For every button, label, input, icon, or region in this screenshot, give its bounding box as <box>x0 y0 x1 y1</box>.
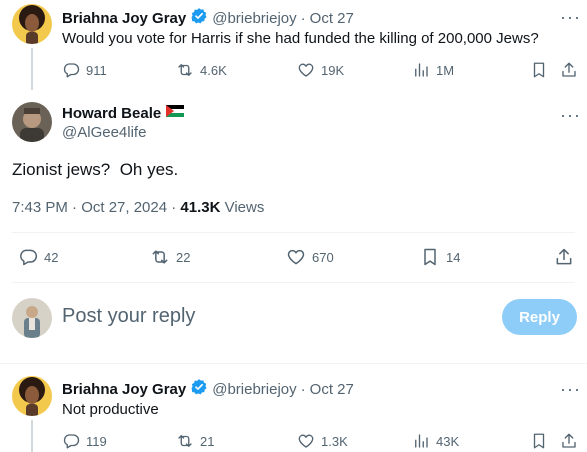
like-count: 1.3K <box>321 433 348 449</box>
like-icon <box>298 63 314 77</box>
views-button[interactable]: 1M <box>412 61 454 79</box>
like-count: 19K <box>321 62 345 78</box>
like-button[interactable]: 1.3K <box>297 432 348 450</box>
share-button[interactable] <box>560 432 578 450</box>
views-count: 1M <box>436 62 455 78</box>
author-handle[interactable]: @AlGee4life <box>62 124 146 141</box>
like-icon <box>287 249 305 265</box>
thread-line <box>31 48 33 90</box>
author-name[interactable]: Briahna Joy Gray <box>62 381 186 398</box>
bookmark-icon <box>424 248 436 266</box>
verified-icon <box>190 7 208 30</box>
reply-count: 911 <box>86 62 107 78</box>
avatar[interactable] <box>12 102 52 142</box>
reply-count: 119 <box>86 433 107 449</box>
repost-count: 22 <box>176 249 191 265</box>
share-button[interactable] <box>560 61 578 79</box>
reply-icon <box>63 63 80 78</box>
separator: · <box>300 10 306 27</box>
bookmark-icon <box>533 433 545 449</box>
share-button[interactable] <box>554 247 574 267</box>
tweet-date[interactable]: Oct 27 <box>310 381 354 398</box>
reply-button[interactable]: Reply <box>502 299 577 335</box>
divider <box>12 282 575 283</box>
divider <box>0 363 587 364</box>
views-count: 41.3K <box>180 199 221 216</box>
avatar[interactable] <box>12 298 52 338</box>
views-icon <box>415 434 428 448</box>
reply-icon <box>20 249 38 266</box>
views-count: 43K <box>436 433 460 449</box>
tweet-text: Not productive <box>62 401 159 418</box>
share-icon <box>562 433 576 448</box>
reply-count: 42 <box>44 249 59 265</box>
reply-button[interactable]: 42 <box>18 247 58 267</box>
repost-count: 21 <box>200 433 215 449</box>
tweet-header: Howard Beale <box>62 104 185 122</box>
palestine-flag-icon <box>166 104 185 122</box>
views-label: Views <box>220 199 265 216</box>
like-icon <box>298 434 314 448</box>
repost-icon <box>152 250 168 264</box>
repost-button[interactable]: 22 <box>150 247 190 267</box>
timestamp-text[interactable]: 7:43 PM · Oct 27, 2024 · <box>12 199 180 216</box>
like-button[interactable]: 670 <box>286 247 334 267</box>
reply-button[interactable]: 911 <box>62 61 107 79</box>
tweet-date[interactable]: Oct 27 <box>310 10 354 27</box>
views-button[interactable]: 43K <box>412 432 459 450</box>
like-button[interactable]: 19K <box>297 61 344 79</box>
repost-icon <box>178 64 192 76</box>
avatar[interactable] <box>12 4 52 44</box>
tweet-header: Briahna Joy Gray @briebriejoy · Oct 27 <box>62 378 354 401</box>
bookmark-button[interactable]: 14 <box>420 247 460 267</box>
reply-button[interactable]: 119 <box>62 432 107 450</box>
reply-input[interactable]: Post your reply <box>62 305 195 328</box>
reply-icon <box>63 434 80 449</box>
like-count: 670 <box>312 249 334 265</box>
author-name[interactable]: Howard Beale <box>62 105 161 122</box>
tweet-text: Zionist jews? Oh yes. <box>12 160 179 179</box>
repost-count: 4.6K <box>200 62 227 78</box>
bookmark-icon <box>533 62 545 78</box>
share-icon <box>556 248 572 265</box>
tweet-header: Briahna Joy Gray @briebriejoy · Oct 27 <box>62 7 354 30</box>
author-handle[interactable]: @briebriejoy <box>212 10 296 27</box>
avatar[interactable] <box>12 376 52 416</box>
bookmark-button[interactable] <box>530 432 548 450</box>
more-icon[interactable]: ··· <box>560 8 581 26</box>
repost-icon <box>178 435 192 447</box>
author-name[interactable]: Briahna Joy Gray <box>62 10 186 27</box>
views-icon <box>415 63 428 77</box>
more-icon[interactable]: ··· <box>560 106 581 124</box>
tweet-text: Would you vote for Harris if she had fun… <box>62 30 539 47</box>
more-icon[interactable]: ··· <box>560 380 581 398</box>
separator: · <box>300 381 306 398</box>
tweet-timestamp: 7:43 PM · Oct 27, 2024 · 41.3K Views <box>12 199 264 216</box>
repost-button[interactable]: 4.6K <box>176 61 227 79</box>
thread-line <box>31 420 33 452</box>
author-handle[interactable]: @briebriejoy <box>212 381 296 398</box>
verified-icon <box>190 378 208 401</box>
share-icon <box>562 62 576 77</box>
divider <box>12 232 575 233</box>
bookmark-button[interactable] <box>530 61 548 79</box>
repost-button[interactable]: 21 <box>176 432 214 450</box>
bookmark-count: 14 <box>446 249 461 265</box>
